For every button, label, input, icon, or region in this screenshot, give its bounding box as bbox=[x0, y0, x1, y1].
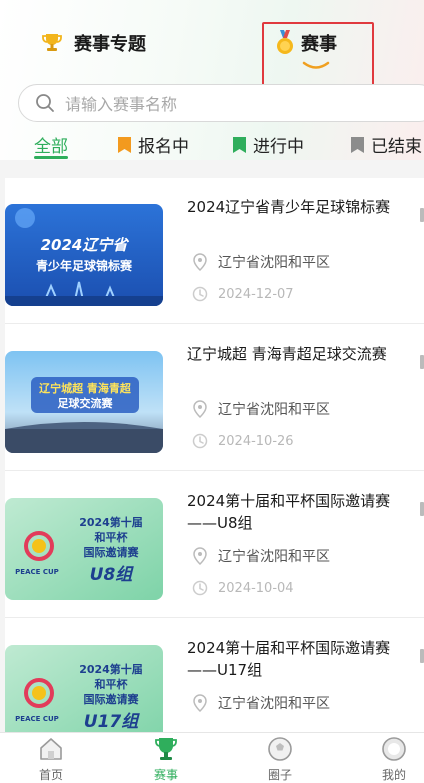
profile-icon bbox=[382, 737, 406, 761]
bottom-nav: 首页 赛事 圈子 我的 bbox=[0, 732, 424, 783]
flag-icon bbox=[118, 136, 131, 153]
event-title: 辽宁城超 青海青超足球交流赛 bbox=[187, 345, 387, 363]
event-poster: 辽宁城超 青海青超 足球交流赛 bbox=[5, 351, 163, 453]
event-card[interactable]: 2024辽宁省 青少年足球锦标赛 2024辽宁省青少年足球锦标赛 辽宁省沈阳和平… bbox=[5, 178, 424, 324]
nav-home-label: 首页 bbox=[38, 768, 63, 782]
event-date: 2024-12-07 bbox=[192, 286, 294, 302]
status-filter-bar: 全部 报名中 进行中 已结束 bbox=[0, 130, 424, 160]
event-card[interactable]: 辽宁城超 青海青超 足球交流赛 辽宁城超 青海青超足球交流赛 辽宁省沈阳和平区 … bbox=[5, 325, 424, 471]
event-date: 2024-10-04 bbox=[192, 580, 294, 596]
filter-registering-label: 报名中 bbox=[138, 137, 189, 157]
clock-icon bbox=[192, 286, 208, 302]
event-location: 辽宁省沈阳和平区 bbox=[192, 252, 330, 272]
event-poster: 2024辽宁省 青少年足球锦标赛 bbox=[5, 204, 163, 306]
poster-line: 足球交流赛 bbox=[58, 396, 114, 410]
card-edge-mark bbox=[420, 208, 424, 222]
event-location-text: 辽宁省沈阳和平区 bbox=[218, 696, 330, 712]
ball-icon bbox=[268, 737, 292, 761]
whistle-icon bbox=[155, 738, 177, 760]
poster-image: PEACE CUP 2024第十届 和平杯 国际邀请赛 U8组 bbox=[5, 498, 163, 600]
poster-image: 2024辽宁省 青少年足球锦标赛 bbox=[5, 204, 163, 306]
pin-icon bbox=[193, 694, 207, 712]
card-edge-mark bbox=[420, 502, 424, 516]
nav-circle[interactable]: 圈子 bbox=[250, 735, 310, 783]
poster-line: U8组 bbox=[90, 565, 135, 585]
event-date: 2024-10-26 bbox=[192, 433, 294, 449]
poster-line: U17组 bbox=[84, 712, 140, 732]
poster-logo-text: PEACE CUP bbox=[15, 715, 59, 723]
poster-line: 国际邀请赛 bbox=[84, 545, 140, 559]
poster-image: 辽宁城超 青海青超 足球交流赛 bbox=[5, 351, 163, 453]
poster-line: 2024第十届 bbox=[79, 662, 143, 676]
filter-all[interactable]: 全部 bbox=[34, 132, 68, 157]
event-card[interactable]: PEACE CUP 2024第十届 和平杯 国际邀请赛 U8组 2024第十届和… bbox=[5, 472, 424, 618]
event-title: 2024辽宁省青少年足球锦标赛 bbox=[187, 198, 391, 216]
poster-line: 2024辽宁省 bbox=[41, 236, 130, 254]
filter-ongoing-label: 进行中 bbox=[253, 137, 304, 157]
clock-icon bbox=[192, 580, 208, 596]
search-icon bbox=[36, 94, 54, 112]
nav-events[interactable]: 赛事 bbox=[136, 735, 196, 783]
flag-icon bbox=[351, 136, 364, 153]
poster-logo-text: PEACE CUP bbox=[15, 568, 59, 576]
event-poster: PEACE CUP 2024第十届 和平杯 国际邀请赛 U17组 bbox=[5, 645, 163, 732]
event-list[interactable]: 2024辽宁省 青少年足球锦标赛 2024辽宁省青少年足球锦标赛 辽宁省沈阳和平… bbox=[5, 178, 424, 732]
event-date-text: 2024-10-04 bbox=[218, 580, 294, 596]
flag-icon bbox=[233, 136, 246, 153]
poster-line: 和平杯 bbox=[95, 530, 129, 544]
poster-line: 国际邀请赛 bbox=[84, 692, 140, 706]
annotation-highlight-box bbox=[262, 22, 374, 88]
event-location: 辽宁省沈阳和平区 bbox=[192, 693, 330, 713]
poster-line: 2024第十届 bbox=[79, 515, 143, 529]
clock-icon bbox=[192, 433, 208, 449]
event-location: 辽宁省沈阳和平区 bbox=[192, 546, 330, 566]
filter-ended[interactable]: 已结束 bbox=[351, 132, 422, 157]
pin-icon bbox=[193, 253, 207, 271]
poster-line: 辽宁城超 青海青超 bbox=[39, 381, 132, 395]
filter-registering[interactable]: 报名中 bbox=[118, 132, 189, 157]
home-icon bbox=[40, 738, 62, 760]
search-input[interactable]: 请输入赛事名称 bbox=[18, 84, 424, 122]
nav-circle-label: 圈子 bbox=[267, 768, 292, 782]
event-location-text: 辽宁省沈阳和平区 bbox=[218, 402, 330, 418]
trophy-icon bbox=[42, 34, 62, 51]
poster-line: 和平杯 bbox=[95, 677, 129, 691]
event-title: 2024第十届和平杯国际邀请赛——U17组 bbox=[187, 639, 391, 679]
card-edge-mark bbox=[420, 649, 424, 663]
filter-active-underline bbox=[34, 156, 68, 159]
event-date-text: 2024-10-26 bbox=[218, 433, 294, 449]
event-title: 2024第十届和平杯国际邀请赛——U8组 bbox=[187, 492, 391, 532]
search-placeholder: 请输入赛事名称 bbox=[65, 95, 178, 114]
filter-all-label: 全部 bbox=[34, 137, 68, 157]
nav-events-label: 赛事 bbox=[153, 768, 178, 782]
filter-ended-label: 已结束 bbox=[371, 137, 422, 157]
event-location-text: 辽宁省沈阳和平区 bbox=[218, 549, 330, 565]
poster-image: PEACE CUP 2024第十届 和平杯 国际邀请赛 U17组 bbox=[5, 645, 163, 732]
event-poster: PEACE CUP 2024第十届 和平杯 国际邀请赛 U8组 bbox=[5, 498, 163, 600]
nav-mine[interactable]: 我的 bbox=[364, 735, 424, 783]
card-edge-mark bbox=[420, 355, 424, 369]
nav-mine-label: 我的 bbox=[381, 768, 406, 782]
event-card[interactable]: PEACE CUP 2024第十届 和平杯 国际邀请赛 U17组 2024第十届… bbox=[5, 619, 424, 732]
pin-icon bbox=[193, 400, 207, 418]
filter-ongoing[interactable]: 进行中 bbox=[233, 132, 304, 157]
nav-home[interactable]: 首页 bbox=[21, 735, 81, 783]
tab-event-special[interactable]: 赛事专题 bbox=[40, 30, 146, 56]
event-date-text: 2024-12-07 bbox=[218, 286, 294, 302]
event-location: 辽宁省沈阳和平区 bbox=[192, 399, 330, 419]
event-location-text: 辽宁省沈阳和平区 bbox=[218, 255, 330, 271]
tab-event-special-label: 赛事专题 bbox=[74, 34, 146, 55]
pin-icon bbox=[193, 547, 207, 565]
poster-line: 青少年足球锦标赛 bbox=[36, 258, 133, 273]
